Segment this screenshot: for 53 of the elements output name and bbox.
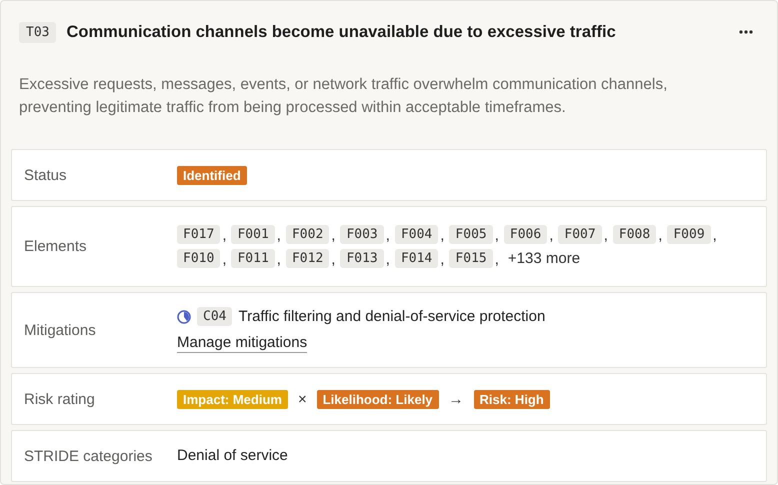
progress-icon: [177, 310, 191, 324]
threat-title: Communication channels become unavailable due to excessive traffic: [66, 22, 617, 42]
element-tag[interactable]: F006: [504, 225, 548, 244]
threat-id: T03: [19, 22, 56, 42]
element-tag[interactable]: F008: [612, 225, 656, 244]
field-label: Risk rating: [24, 390, 96, 408]
more-icon: [739, 30, 753, 34]
element-tag[interactable]: F012: [286, 249, 330, 268]
manage-link[interactable]: Manage mitigations: [177, 334, 308, 353]
rating-badge: Likelihood: Likely: [316, 390, 439, 408]
element-tag[interactable]: F003: [340, 225, 384, 244]
separator-text: ,: [331, 227, 336, 244]
rating-badge: Risk: High: [474, 390, 550, 408]
mitigation-id[interactable]: C04: [197, 307, 232, 326]
separator-text: ,: [331, 251, 336, 268]
separator-text: ,: [440, 227, 444, 244]
more-count[interactable]: +133 more: [508, 250, 580, 267]
element-tag[interactable]: F007: [558, 225, 602, 244]
separator-text: ,: [276, 227, 281, 244]
element-tag[interactable]: F005: [449, 225, 493, 244]
separator-text: ,: [276, 251, 281, 268]
separator-text: ,: [222, 227, 226, 244]
separator-text: ,: [604, 227, 608, 244]
separator-text: ,: [549, 227, 554, 244]
separator-text: ,: [222, 251, 226, 268]
separator-text: ,: [440, 251, 444, 268]
rating-badge: Impact: Medium: [177, 390, 288, 408]
field-label: Elements: [24, 238, 88, 255]
element-tag[interactable]: F009: [667, 225, 711, 244]
field-label: Status: [24, 166, 68, 184]
element-tag[interactable]: F010: [177, 249, 220, 268]
element-tag[interactable]: F014: [394, 249, 438, 268]
mitigation-title[interactable]: Traffic filtering and denial-of-service protection: [238, 308, 546, 325]
separator-text: ,: [712, 227, 717, 244]
field-label: STRIDE categories: [24, 448, 154, 464]
element-tag[interactable]: F001: [231, 225, 275, 244]
element-tag[interactable]: F015: [449, 249, 493, 268]
stride-value: Denial of service: [177, 447, 288, 464]
element-tag[interactable]: F002: [286, 225, 330, 244]
status-badge: Identified: [177, 166, 247, 184]
operator-symbol: →: [448, 390, 464, 408]
separator-text: ,: [386, 251, 390, 268]
field-label: Mitigations: [24, 322, 97, 338]
element-tag[interactable]: F011: [231, 249, 275, 268]
element-tag[interactable]: F013: [340, 249, 384, 268]
operator-symbol: ×: [298, 390, 307, 408]
separator-text: ,: [658, 227, 662, 244]
separator-text: ,: [494, 251, 499, 268]
element-tag[interactable]: F004: [394, 225, 438, 244]
separator-text: ,: [386, 227, 390, 244]
separator-text: ,: [494, 227, 499, 244]
threat-description: Excessive requests, messages, events, or network traffic overwhelm communication channels, preventing legitimate traffic from being processed within acceptable timeframes.: [19, 75, 668, 118]
element-tag[interactable]: F017: [177, 225, 220, 244]
